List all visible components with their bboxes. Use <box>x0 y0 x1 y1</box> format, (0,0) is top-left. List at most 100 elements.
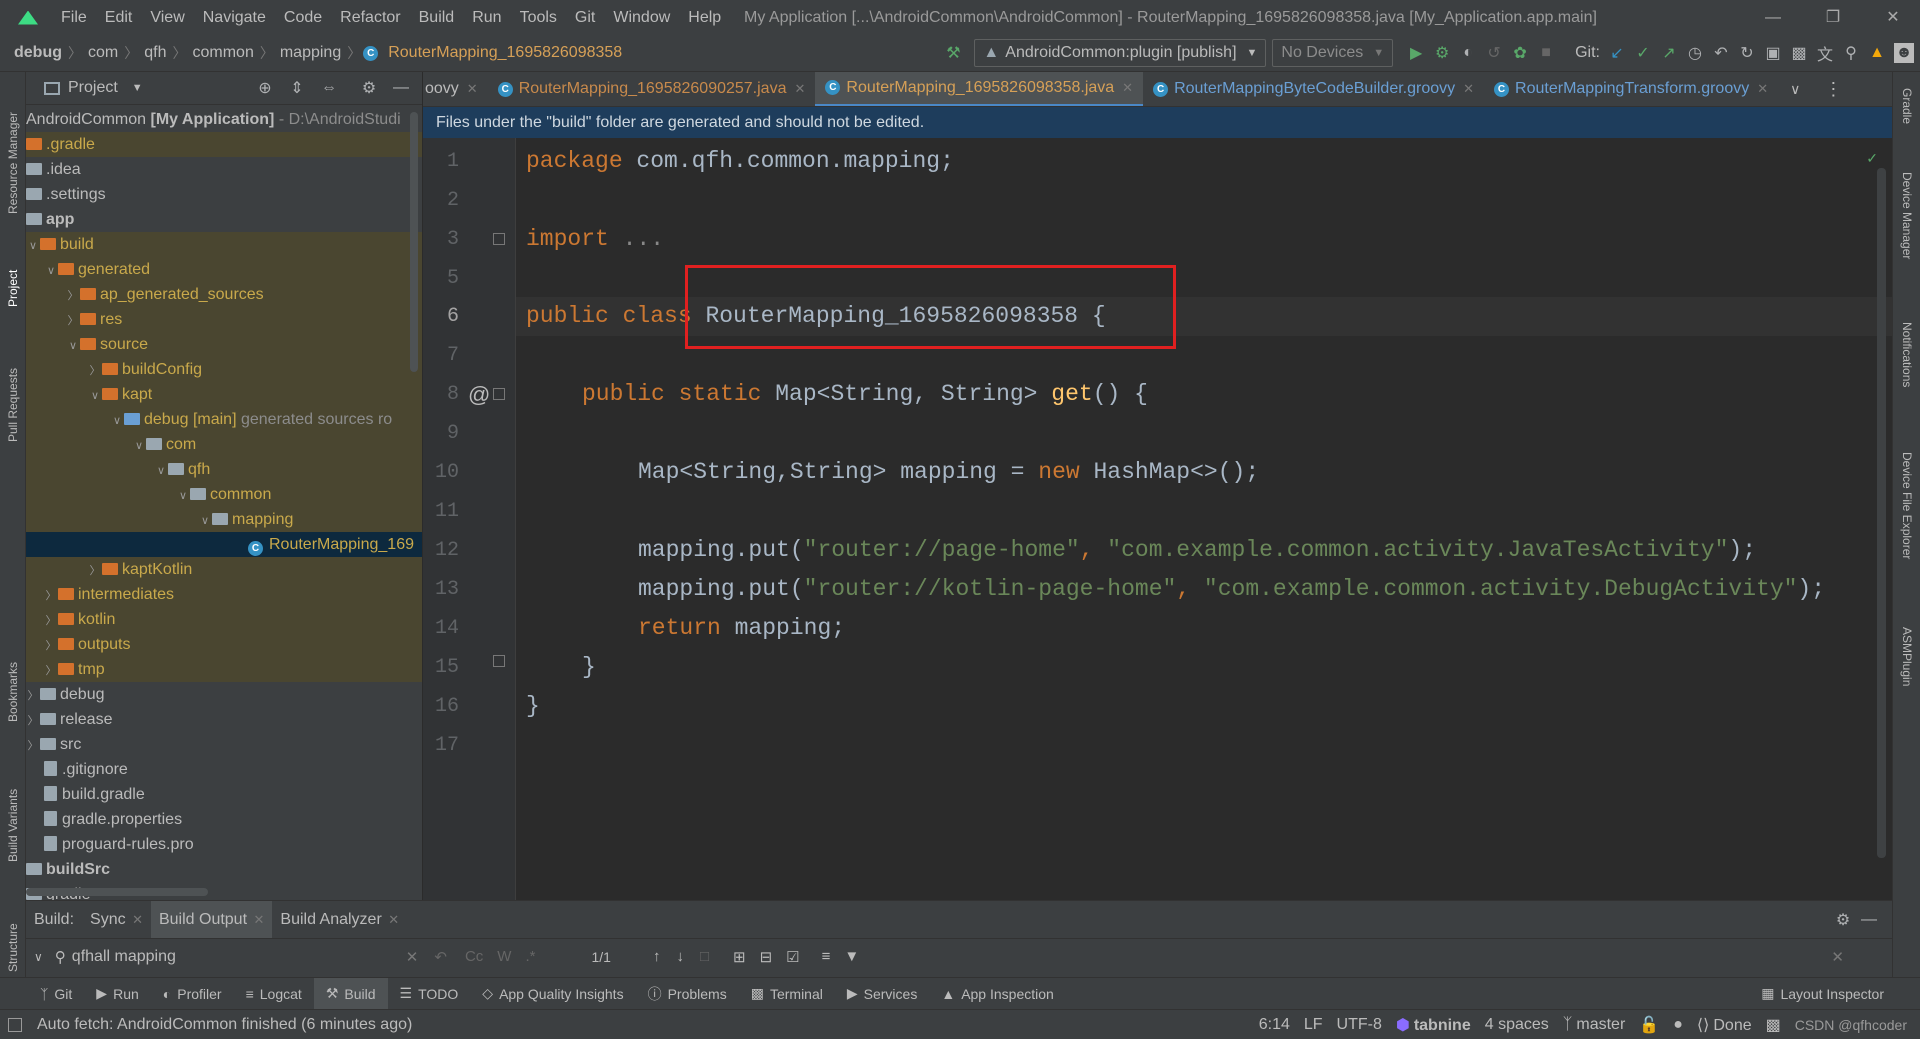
device-manager-tab[interactable]: Device Manager <box>1900 172 1914 302</box>
menu-window[interactable]: Window <box>604 0 679 35</box>
status-message[interactable]: Auto fetch: AndroidCommon finished (6 mi… <box>30 1016 419 1034</box>
tree-item[interactable]: 〉 tmp <box>26 657 422 684</box>
chevron-down-icon[interactable]: ∨ <box>132 434 146 459</box>
collapse-all-icon[interactable]: ⇔ <box>316 75 342 101</box>
debug-icon[interactable]: ⚙ <box>1429 40 1455 66</box>
breadcrumb-mapping[interactable]: mapping <box>276 44 345 62</box>
tree-item[interactable]: 〉 buildConfig <box>26 357 422 384</box>
tree-item[interactable]: 〉 ap_generated_sources <box>26 282 422 307</box>
toolwindow-run[interactable]: ▶ Run <box>84 978 150 1010</box>
filter-icon[interactable]: ▼ <box>844 948 859 965</box>
tree-item[interactable]: ∨ source <box>26 332 422 359</box>
expand-all-icon[interactable]: ⇕ <box>284 75 310 101</box>
tree-item[interactable]: ∨ debug [main] generated sources ro <box>26 407 422 434</box>
tree-item[interactable]: 〉 intermediates <box>26 582 422 609</box>
project-view-select[interactable]: Project <box>68 79 118 97</box>
tree-item[interactable]: 〉 outputs <box>26 632 422 659</box>
whole-word-button[interactable]: W <box>497 948 511 965</box>
inspection-profile-icon[interactable]: ● <box>1666 1016 1690 1034</box>
gear-icon[interactable]: ⚙ <box>1830 907 1856 933</box>
toolwindow-build[interactable]: ⚒ Build <box>313 977 388 1010</box>
tree-item[interactable]: ∨ build <box>26 232 422 259</box>
chevron-right-icon[interactable]: 〉 <box>44 609 58 634</box>
caret-position[interactable]: 6:14 <box>1252 1016 1297 1034</box>
menu-edit[interactable]: Edit <box>96 0 142 35</box>
filter-options-icon[interactable]: ≡ <box>822 948 831 965</box>
toolwindow-profiler[interactable]: ◐ Profiler <box>151 978 234 1010</box>
update-icon[interactable]: ▲ <box>1864 40 1890 66</box>
chevron-right-icon[interactable]: 〉 <box>44 659 58 684</box>
device-file-explorer-tab[interactable]: Device File Explorer <box>1900 452 1914 612</box>
tree-item[interactable]: ∨ mapping <box>26 507 422 532</box>
chevron-down-icon[interactable]: ∨ <box>44 259 58 284</box>
no-problems-check-icon[interactable]: ✓ <box>1866 150 1878 167</box>
folded-imports[interactable]: ... <box>609 226 664 252</box>
close-tab-icon[interactable]: ✕ <box>132 912 143 927</box>
attach-debugger-icon[interactable]: ✿ <box>1507 40 1533 66</box>
close-tab-icon[interactable]: ✕ <box>794 81 805 97</box>
run-config-select[interactable]: ▲ AndroidCommon:plugin [publish] ▼ <box>974 39 1267 67</box>
menu-refactor[interactable]: Refactor <box>331 0 409 35</box>
rollback-icon[interactable]: ↶ <box>1708 40 1734 66</box>
status-toggle-icon[interactable] <box>8 1017 22 1032</box>
toolwindow-services[interactable]: ▶ Services <box>835 978 929 1010</box>
pull-requests-tab[interactable]: Pull Requests <box>6 342 20 442</box>
close-tab-icon[interactable]: ✕ <box>1757 81 1768 97</box>
tree-root[interactable]: AndroidCommon [My Application] - D:\Andr… <box>26 107 422 132</box>
tab-list-chevron-icon[interactable]: ∨ <box>1790 81 1800 98</box>
breadcrumb-com[interactable]: com <box>84 44 122 62</box>
stop-icon[interactable]: ■ <box>1533 40 1559 66</box>
git-commit-icon[interactable]: ✓ <box>1630 40 1656 66</box>
toolwindow-layout-inspector[interactable]: ▦ Layout Inspector <box>1749 978 1896 1010</box>
tree-item[interactable]: .settings <box>26 182 422 207</box>
tab-routermapping-0257[interactable]: C RouterMapping_1695826090257.java ✕ <box>488 72 816 106</box>
tree-item[interactable]: proguard-rules.pro <box>26 832 422 857</box>
menu-run[interactable]: Run <box>463 0 510 35</box>
device-manager-icon[interactable]: ▣ <box>1760 40 1786 66</box>
build-search-input[interactable] <box>71 947 402 966</box>
select-all-occurrences-icon[interactable]: ☑ <box>786 948 799 966</box>
bookmarks-tab[interactable]: Bookmarks <box>6 632 20 722</box>
close-window-icon[interactable]: ✕ <box>1870 0 1916 35</box>
tree-item[interactable]: .gitignore <box>26 757 422 782</box>
file-encoding[interactable]: UTF-8 <box>1330 1016 1389 1034</box>
tree-item[interactable]: .gradle <box>26 132 422 157</box>
fold-icon[interactable] <box>493 388 505 400</box>
tree-item[interactable]: 〉 kaptKotlin <box>26 557 422 582</box>
menu-view[interactable]: View <box>141 0 193 35</box>
tree-item[interactable]: ∨ kapt <box>26 382 422 409</box>
sdk-manager-icon[interactable]: ▩ <box>1786 40 1812 66</box>
close-tab-icon[interactable]: ✕ <box>1122 80 1133 96</box>
tab-routermapping-8358[interactable]: C RouterMapping_1695826098358.java ✕ <box>815 72 1144 106</box>
close-tab-icon[interactable]: ✕ <box>253 912 264 927</box>
structure-tab[interactable]: Structure <box>6 892 20 972</box>
menu-git[interactable]: Git <box>566 0 604 35</box>
device-select[interactable]: No Devices ▼ <box>1272 39 1394 67</box>
menu-tools[interactable]: Tools <box>511 0 566 35</box>
tree-item[interactable]: 〉 src <box>26 732 422 757</box>
chevron-down-icon[interactable]: ∨ <box>26 234 40 259</box>
breadcrumb-qfh[interactable]: qfh <box>140 44 170 62</box>
read-only-lock-icon[interactable]: 🔓 <box>1632 1015 1666 1035</box>
menu-help[interactable]: Help <box>679 0 730 35</box>
chevron-right-icon[interactable]: 〉 <box>44 584 58 609</box>
toolwindow-todo[interactable]: ☰ TODO <box>388 978 471 1010</box>
git-branch[interactable]: ᛉ master <box>1556 1016 1633 1034</box>
chevron-down-icon[interactable]: ∨ <box>88 384 102 409</box>
chevron-down-icon[interactable]: ∨ <box>154 459 168 484</box>
tree-vertical-scrollbar[interactable] <box>410 112 418 372</box>
chevron-right-icon[interactable]: 〉 <box>88 359 102 384</box>
clear-search-icon[interactable]: ✕ <box>406 948 419 966</box>
indent-setting[interactable]: 4 spaces <box>1478 1016 1556 1034</box>
project-tab[interactable]: Project <box>6 247 20 307</box>
toolwindow-logcat[interactable]: ≡ Logcat <box>234 978 314 1010</box>
tree-item[interactable]: ∨ com <box>26 432 422 459</box>
chevron-right-icon[interactable]: 〉 <box>26 709 40 734</box>
chevron-right-icon[interactable]: 〉 <box>66 309 80 334</box>
build-variants-tab[interactable]: Build Variants <box>6 752 20 862</box>
chevron-down-icon[interactable]: ∨ <box>66 334 80 359</box>
chevron-right-icon[interactable]: 〉 <box>44 634 58 659</box>
notifications-tab[interactable]: Notifications <box>1900 322 1914 432</box>
toolwindow-app-inspection[interactable]: ▲ App Inspection <box>929 978 1065 1010</box>
chevron-down-icon[interactable]: ∨ <box>110 409 124 434</box>
